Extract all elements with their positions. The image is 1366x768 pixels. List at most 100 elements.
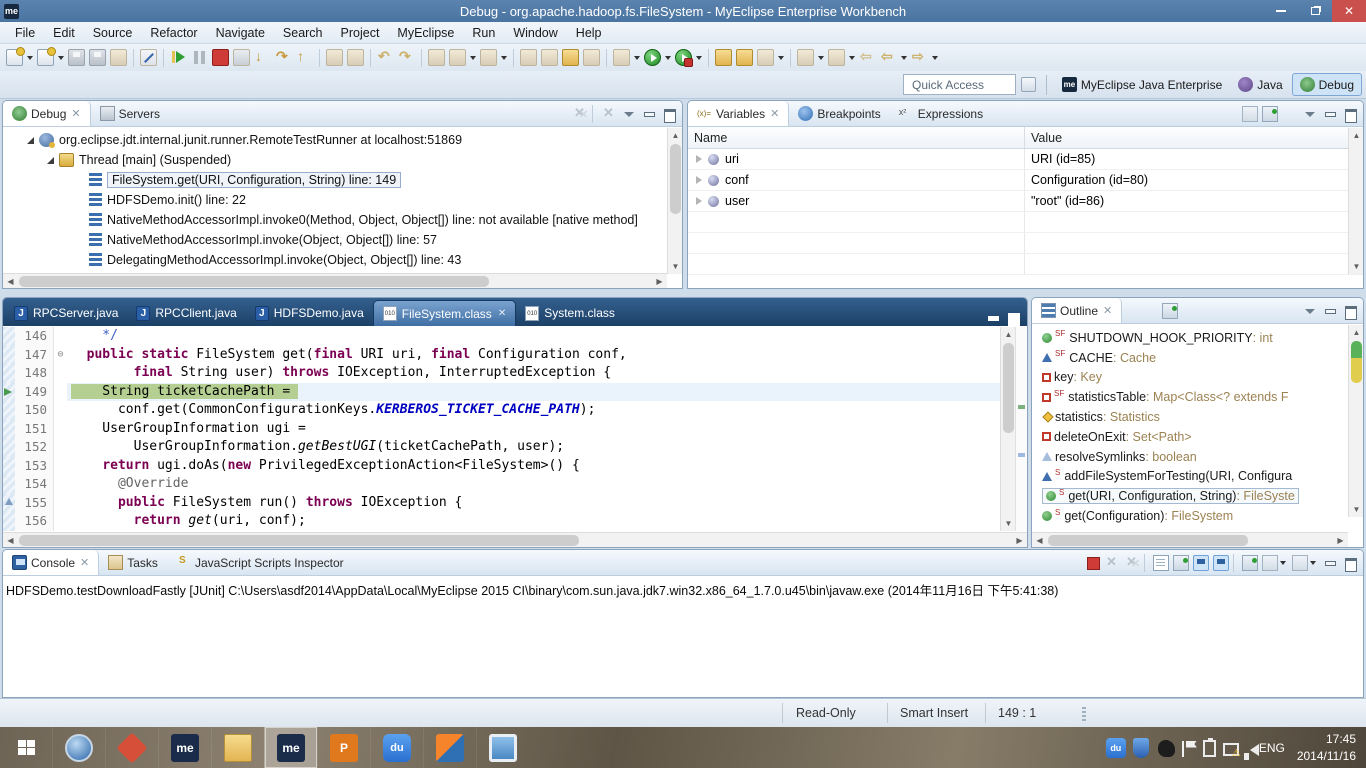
tray-network-icon[interactable]: [1223, 743, 1239, 756]
tab-variables[interactable]: Variables: [688, 101, 789, 126]
outline-item[interactable]: SaddFileSystemForTesting(URI, Configura: [1032, 467, 1363, 487]
prev-icon[interactable]: [880, 49, 897, 66]
ruler-mark[interactable]: [1018, 453, 1025, 457]
fold-column[interactable]: [53, 383, 67, 402]
dropdown-arrow-icon[interactable]: [499, 49, 509, 66]
scroll-thumb[interactable]: [1003, 343, 1014, 433]
menu-refactor[interactable]: Refactor: [141, 24, 206, 42]
scroll-right-arrow[interactable]: ▶: [1012, 533, 1027, 548]
hide-local-icon[interactable]: [1282, 303, 1298, 319]
undo-icon[interactable]: [377, 49, 394, 66]
app-myeclipse-workbench[interactable]: me: [264, 727, 317, 768]
dropdown-arrow-icon[interactable]: [663, 49, 673, 66]
scroll-thumb[interactable]: [19, 276, 489, 287]
outline-item[interactable]: SFstatisticsTable : Map<Class<? extends …: [1032, 387, 1363, 407]
outline-item[interactable]: key : Key: [1032, 368, 1363, 388]
code-line[interactable]: 152 UserGroupInformation.getBestUGI(tick…: [3, 438, 1000, 457]
gen-icon[interactable]: [1262, 555, 1278, 571]
code-line[interactable]: 150 conf.get(CommonConfigurationKeys.KER…: [3, 401, 1000, 420]
web-browser-icon[interactable]: [541, 49, 558, 66]
editor-gutter[interactable]: [3, 383, 15, 402]
tab-close-icon[interactable]: [80, 556, 89, 569]
fold-column[interactable]: [53, 457, 67, 476]
hide-nonpublic-icon[interactable]: [1262, 303, 1278, 319]
editor-gutter[interactable]: [3, 494, 15, 513]
run-last-icon[interactable]: [326, 49, 343, 66]
scroll-up-arrow[interactable]: ▲: [1001, 327, 1016, 342]
refresh-cache-icon[interactable]: [583, 49, 600, 66]
minimize-icon[interactable]: [641, 106, 657, 122]
disconnect-icon[interactable]: [233, 49, 250, 66]
scroll-up-arrow[interactable]: ▲: [1349, 128, 1364, 143]
app-blue-sphere[interactable]: [52, 727, 105, 768]
fold-column[interactable]: [53, 438, 67, 457]
menu-run[interactable]: Run: [463, 24, 504, 42]
dropdown-arrow-icon[interactable]: [25, 49, 35, 66]
scroll-left-arrow[interactable]: ◀: [1032, 533, 1047, 548]
editor-tab-system.class[interactable]: System.class: [516, 300, 624, 326]
tab-close-icon[interactable]: [770, 107, 779, 120]
pin-icon[interactable]: [1262, 106, 1278, 122]
tab-javascript-scripts-inspector[interactable]: JavaScript Scripts Inspector: [167, 550, 353, 575]
code-line[interactable]: 148 final String user) throws IOExceptio…: [3, 364, 1000, 383]
app-photo-viewer[interactable]: [476, 727, 529, 768]
scroll-down-arrow[interactable]: ▼: [1349, 502, 1364, 517]
code-editor[interactable]: 146 */147⊖ public static FileSystem get(…: [3, 327, 1000, 531]
outline-horizontal-scrollbar[interactable]: ◀ ▶: [1032, 532, 1348, 547]
menu-window[interactable]: Window: [504, 24, 566, 42]
outline-item[interactable]: SFSHUTDOWN_HOOK_PRIORITY : int: [1032, 328, 1363, 348]
minimize-icon[interactable]: [1322, 106, 1338, 122]
coverage-icon[interactable]: [675, 49, 692, 66]
fold-column[interactable]: [53, 512, 67, 531]
maximize-icon[interactable]: [661, 106, 677, 122]
perspective-myeclipse-java-enterprise[interactable]: meMyEclipse Java Enterprise: [1055, 74, 1229, 95]
step-into-icon[interactable]: [254, 49, 271, 66]
minimize-icon[interactable]: [985, 310, 1001, 326]
flat-folder-icon[interactable]: [562, 49, 579, 66]
gen-icon[interactable]: [1242, 106, 1258, 122]
menu-source[interactable]: Source: [84, 24, 142, 42]
debug-tree-row[interactable]: org.eclipse.jdt.internal.junit.runner.Re…: [3, 130, 682, 150]
scroll-right-arrow[interactable]: ▶: [1333, 533, 1348, 548]
app-powerdesigner[interactable]: P: [317, 727, 370, 768]
tab-breakpoints[interactable]: Breakpoints: [789, 101, 889, 126]
scroll-left-arrow[interactable]: ◀: [3, 533, 18, 548]
page-icon[interactable]: [1153, 555, 1169, 571]
restore-button[interactable]: [1298, 0, 1332, 22]
gray-x-icon[interactable]: [601, 106, 617, 122]
debug-tree-row[interactable]: Method.invoke(Object, Object...) line: 6…: [3, 270, 682, 272]
debug-config-icon[interactable]: [613, 49, 630, 66]
outline-vertical-scrollbar[interactable]: ▲ ▼: [1348, 325, 1363, 517]
overview-ruler[interactable]: [1015, 327, 1027, 531]
report-design-icon[interactable]: [480, 49, 497, 66]
dropdown-arrow-icon[interactable]: [1308, 554, 1318, 571]
palette-icon[interactable]: [520, 49, 537, 66]
suspend-icon[interactable]: [191, 49, 208, 66]
save-all-icon[interactable]: [89, 49, 106, 66]
gray-xx-icon[interactable]: [1124, 555, 1140, 571]
scroll-up-arrow[interactable]: ▲: [1349, 325, 1364, 340]
outline-item[interactable]: deleteOnExit : Set<Path>: [1032, 427, 1363, 447]
new-server-icon[interactable]: [428, 49, 445, 66]
variable-row[interactable]: confConfiguration (id=80): [688, 170, 1363, 191]
scroll-thumb[interactable]: [670, 144, 681, 214]
expand-twisty-icon[interactable]: [47, 157, 54, 164]
open-perspective-icon[interactable]: [1021, 77, 1036, 92]
brush-icon[interactable]: [757, 49, 774, 66]
pin-icon[interactable]: [1242, 555, 1258, 571]
step-return-icon[interactable]: [296, 49, 313, 66]
dropdown-arrow-icon[interactable]: [1278, 554, 1288, 571]
app-vmware[interactable]: [423, 727, 476, 768]
editor-gutter[interactable]: [3, 401, 15, 420]
commit-icon[interactable]: [828, 49, 845, 66]
tab-close-icon[interactable]: [1103, 304, 1112, 317]
redo-icon[interactable]: [398, 49, 415, 66]
minimize-icon[interactable]: [1322, 555, 1338, 571]
app-baidu-music[interactable]: du: [370, 727, 423, 768]
ic-collapse-icon[interactable]: [1282, 106, 1298, 122]
tab-servers[interactable]: Servers: [91, 101, 169, 126]
tab-outline[interactable]: Outline: [1032, 298, 1122, 323]
debug-vertical-scrollbar[interactable]: ▲ ▼: [667, 128, 682, 274]
tray-shield-icon[interactable]: [1133, 738, 1149, 758]
checkout-icon[interactable]: [797, 49, 814, 66]
